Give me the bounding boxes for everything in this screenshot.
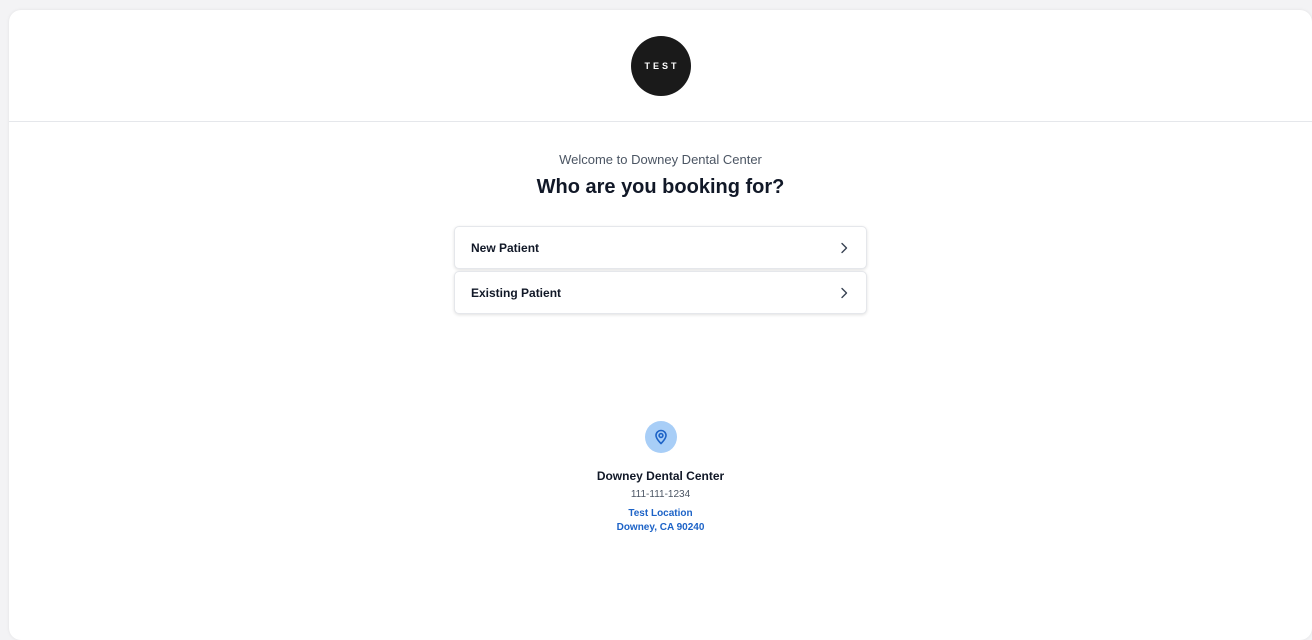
practice-logo: TEST bbox=[630, 35, 691, 96]
chevron-right-icon bbox=[839, 242, 849, 254]
location-info: Downey Dental Center 111-111-1234 Test L… bbox=[9, 421, 1312, 535]
existing-patient-option[interactable]: Existing Patient bbox=[454, 271, 867, 314]
address-line-1: Test Location bbox=[628, 508, 693, 519]
logo-text: TEST bbox=[644, 60, 680, 71]
patient-type-options: New Patient Existing Patient bbox=[454, 226, 867, 316]
page-title: Who are you booking for? bbox=[536, 176, 785, 198]
location-name: Downey Dental Center bbox=[596, 469, 725, 483]
location-phone: 111-111-1234 bbox=[630, 489, 691, 500]
welcome-text: Welcome to Downey Dental Center bbox=[559, 152, 762, 167]
location-pin-icon bbox=[644, 421, 677, 453]
existing-patient-label: Existing Patient bbox=[471, 285, 562, 300]
booking-card: TEST Welcome to Downey Dental Center Who… bbox=[9, 10, 1312, 640]
chevron-right-icon bbox=[839, 287, 849, 299]
address-line-2: Downey, CA 90240 bbox=[616, 522, 705, 533]
location-address-link[interactable]: Test Location Downey, CA 90240 bbox=[9, 507, 1312, 535]
new-patient-label: New Patient bbox=[471, 240, 540, 255]
new-patient-option[interactable]: New Patient bbox=[454, 226, 867, 269]
header: TEST bbox=[9, 10, 1312, 122]
